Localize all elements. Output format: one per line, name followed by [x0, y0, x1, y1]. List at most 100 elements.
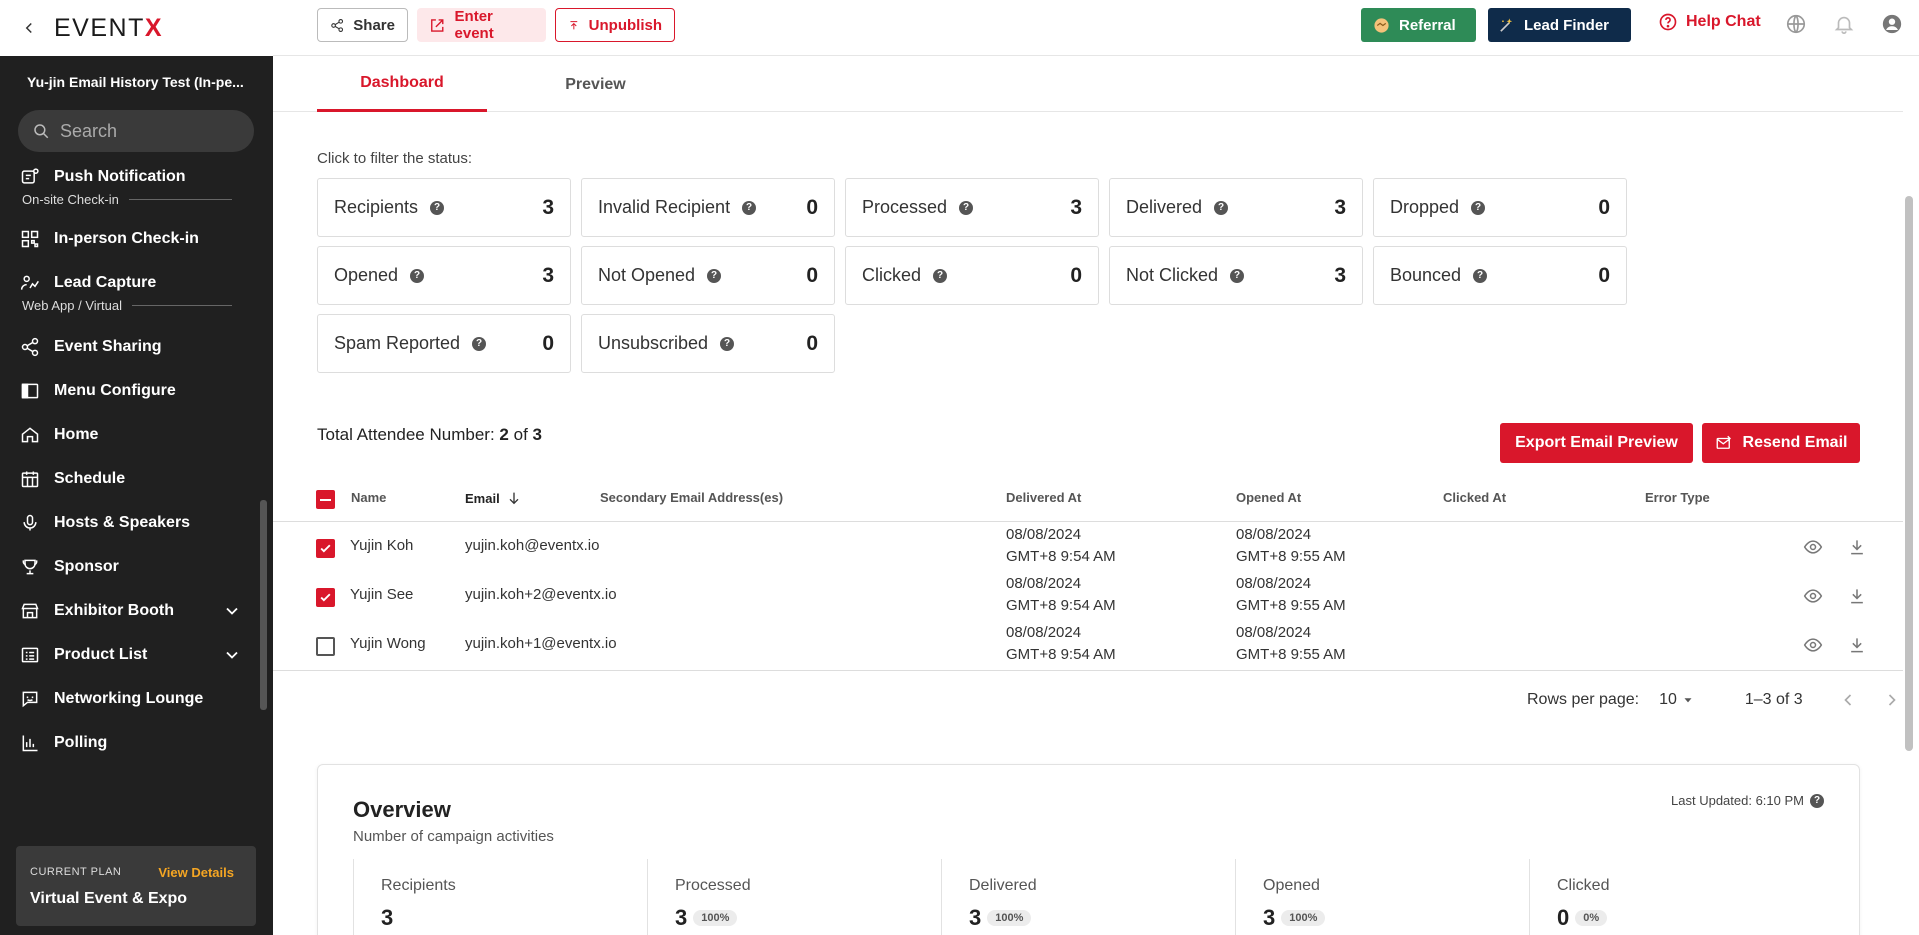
back-arrow-icon[interactable]: [20, 19, 38, 37]
sidebar-item-product-list[interactable]: Product List: [0, 633, 262, 677]
help-icon[interactable]: ?: [742, 200, 757, 215]
sidebar-search[interactable]: Search: [18, 110, 254, 152]
view-eye-icon[interactable]: [1803, 586, 1823, 606]
row-checkbox[interactable]: [316, 539, 335, 558]
col-name[interactable]: Name: [351, 490, 386, 505]
next-page-icon[interactable]: [1882, 690, 1902, 710]
view-eye-icon[interactable]: [1803, 635, 1823, 655]
sort-down-icon[interactable]: [506, 490, 522, 506]
sidebar-item-hosts-speakers[interactable]: Hosts & Speakers: [0, 501, 262, 545]
stat-tile-not-opened[interactable]: Not Opened? 0: [581, 246, 835, 305]
table-row[interactable]: Yujin See yujin.koh+2@eventx.io 08/08/2024…: [273, 573, 1903, 622]
sidebar-item-exhibitor-booth[interactable]: Exhibitor Booth: [0, 589, 262, 633]
section-onsite-checkin: On-site Check-in: [22, 192, 232, 207]
sidebar-item-sponsor[interactable]: Sponsor: [0, 545, 262, 589]
sidebar-header: EVENTX: [0, 0, 273, 56]
unpublish-button[interactable]: Unpublish: [555, 8, 675, 42]
sidebar-item-home[interactable]: Home: [0, 413, 262, 457]
download-icon[interactable]: [1847, 537, 1867, 557]
overview-metric-clicked: Clicked 0 0%: [1529, 859, 1823, 935]
tab-dashboard[interactable]: Dashboard: [317, 57, 487, 112]
export-email-preview-button[interactable]: Export Email Preview: [1500, 423, 1693, 463]
booth-icon: [21, 603, 39, 619]
help-icon[interactable]: ?: [1230, 268, 1245, 283]
metric-value: 3: [1263, 905, 1276, 930]
list-icon: [21, 647, 39, 663]
stat-tile-processed[interactable]: Processed? 3: [845, 178, 1099, 237]
plan-name: Virtual Event & Expo: [30, 890, 188, 907]
referral-button[interactable]: Referral: [1361, 8, 1476, 42]
stat-tile-opened[interactable]: Opened? 3: [317, 246, 571, 305]
metric-value: 3: [381, 905, 394, 930]
sidebar-item-schedule[interactable]: Schedule: [0, 457, 262, 501]
view-eye-icon[interactable]: [1803, 537, 1823, 557]
col-secondary-email: Secondary Email Address(es): [600, 490, 784, 505]
stat-tile-delivered[interactable]: Delivered? 3: [1109, 178, 1363, 237]
stat-value: 0: [542, 331, 554, 355]
prev-page-icon[interactable]: [1838, 690, 1858, 710]
sidebar-item-event-sharing[interactable]: Event Sharing: [0, 325, 262, 369]
enter-event-button[interactable]: Enter event: [417, 8, 546, 42]
chevron-down-icon[interactable]: [222, 645, 242, 665]
help-icon[interactable]: ?: [1471, 200, 1486, 215]
help-icon[interactable]: ?: [720, 336, 735, 351]
resend-email-button[interactable]: Resend Email: [1702, 423, 1860, 463]
chevron-down-icon[interactable]: [222, 601, 242, 621]
search-placeholder[interactable]: Search: [60, 121, 117, 142]
stat-tile-not-clicked[interactable]: Not Clicked? 3: [1109, 246, 1363, 305]
download-icon[interactable]: [1847, 635, 1867, 655]
stat-tile-spam-reported[interactable]: Spam Reported? 0: [317, 314, 571, 373]
col-email[interactable]: Email: [465, 490, 522, 506]
calendar-icon: [21, 471, 39, 488]
stat-value: 3: [1334, 263, 1346, 287]
sidebar-item-polling[interactable]: Polling: [0, 721, 262, 765]
help-icon[interactable]: ?: [707, 268, 722, 283]
help-chat-button[interactable]: Help Chat: [1658, 12, 1761, 32]
metric-label: Processed: [675, 877, 751, 894]
stat-tile-unsubscribed[interactable]: Unsubscribed? 0: [581, 314, 835, 373]
stat-tile-invalid-recipient[interactable]: Invalid Recipient? 0: [581, 178, 835, 237]
account-icon[interactable]: [1881, 13, 1903, 35]
lead-finder-button[interactable]: Lead Finder: [1488, 8, 1631, 42]
tab-preview[interactable]: Preview: [513, 57, 678, 112]
stat-label: Opened: [334, 265, 399, 285]
help-icon[interactable]: ?: [472, 336, 487, 351]
sidebar-scrollbar[interactable]: [260, 500, 267, 710]
share-button[interactable]: Share: [317, 8, 408, 42]
row-checkbox[interactable]: [316, 588, 335, 607]
download-icon[interactable]: [1847, 586, 1867, 606]
stat-tile-recipients[interactable]: Recipients? 3: [317, 178, 571, 237]
stat-value: 0: [806, 263, 818, 287]
sidebar-item-in-person-checkin[interactable]: In-person Check-in: [0, 217, 262, 261]
table-row[interactable]: Yujin Koh yujin.koh@eventx.io 08/08/2024 GM…: [273, 524, 1903, 573]
sidebar-item-networking-lounge[interactable]: Networking Lounge: [0, 677, 262, 721]
help-icon[interactable]: ?: [1214, 200, 1229, 215]
help-icon[interactable]: ?: [410, 268, 425, 283]
referral-label: Referral: [1399, 16, 1456, 34]
rows-per-page-select[interactable]: 10: [1659, 691, 1695, 709]
help-icon[interactable]: ?: [1810, 794, 1824, 808]
sidebar-item-menu-configure[interactable]: Menu Configure: [0, 369, 262, 413]
microphone-icon: [23, 514, 37, 531]
help-icon[interactable]: ?: [1473, 268, 1488, 283]
view-details-link[interactable]: View Details: [158, 865, 234, 880]
stat-tile-dropped[interactable]: Dropped? 0: [1373, 178, 1627, 237]
main-scrollbar[interactable]: [1905, 196, 1913, 751]
bell-icon[interactable]: [1833, 13, 1855, 35]
eventx-logo[interactable]: EVENTX: [54, 14, 163, 43]
help-icon[interactable]: ?: [959, 200, 974, 215]
of-text: of: [513, 425, 528, 444]
push-notification-icon: [21, 168, 39, 184]
help-icon[interactable]: ?: [933, 268, 948, 283]
metric-value-wrap: 3 100%: [675, 905, 738, 931]
metric-value: 3: [675, 905, 688, 930]
stat-tile-clicked[interactable]: Clicked? 0: [845, 246, 1099, 305]
table-row[interactable]: Yujin Wong yujin.koh+1@eventx.io 08/08/202…: [273, 622, 1903, 671]
stat-tile-bounced[interactable]: Bounced? 0: [1373, 246, 1627, 305]
help-icon[interactable]: ?: [430, 200, 445, 215]
row-checkbox[interactable]: [316, 637, 335, 656]
stat-label: Processed: [862, 197, 948, 217]
globe-icon[interactable]: [1785, 13, 1807, 35]
select-all-checkbox[interactable]: [316, 490, 335, 509]
col-opened-at: Opened At: [1236, 490, 1302, 505]
